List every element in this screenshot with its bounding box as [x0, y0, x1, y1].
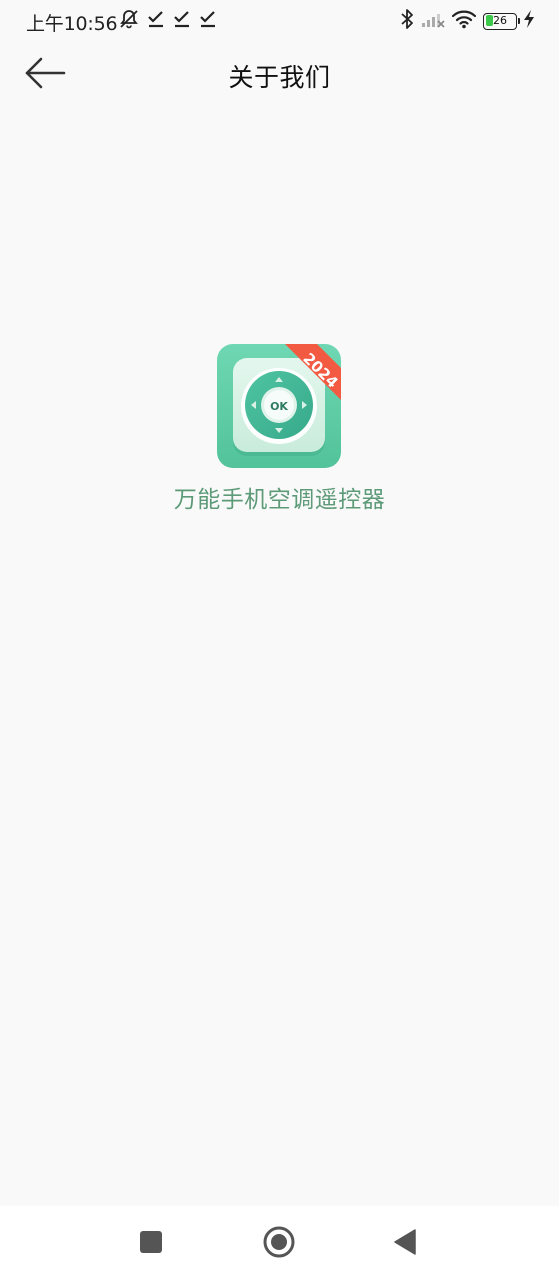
check-icon — [198, 9, 218, 33]
recent-apps-icon — [139, 1230, 163, 1258]
navigation-bar — [0, 1206, 559, 1280]
back-triangle-icon — [393, 1229, 417, 1259]
status-time: 上午10:56 — [26, 13, 118, 35]
app-name: 万能手机空调遥控器 — [173, 487, 386, 513]
check-icon — [146, 9, 166, 33]
status-bar: 上午10:56 26 — [0, 0, 559, 44]
app-bar: 关于我们 — [0, 44, 559, 106]
wifi-icon — [451, 9, 477, 33]
battery-level: 26 — [493, 13, 507, 27]
charging-bolt-icon — [523, 9, 535, 33]
page-title: 关于我们 — [228, 63, 331, 92]
recent-apps-button[interactable] — [131, 1224, 171, 1264]
battery-nub — [518, 17, 520, 24]
signal-icon — [421, 9, 445, 33]
remote-control-logo-icon: OK 2024 — [217, 344, 341, 468]
check-icon — [172, 9, 192, 33]
mute-bell-icon — [118, 8, 140, 34]
app-logo: OK 2024 — [217, 344, 341, 468]
home-button[interactable] — [259, 1224, 299, 1264]
battery-icon: 26 — [483, 12, 520, 30]
system-icons: 26 — [399, 9, 535, 33]
notification-icons — [118, 9, 218, 33]
bluetooth-icon — [399, 8, 415, 34]
home-icon — [262, 1225, 296, 1263]
logo-ok-text: OK — [270, 400, 288, 413]
system-back-button[interactable] — [385, 1224, 425, 1264]
